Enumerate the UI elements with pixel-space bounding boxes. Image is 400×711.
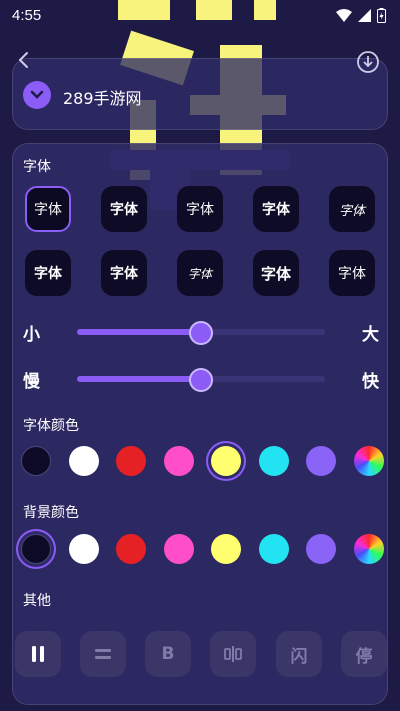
bg-color-swatch-3[interactable] — [116, 534, 146, 564]
font-color-swatch-5[interactable] — [211, 446, 241, 476]
equal-button[interactable] — [80, 631, 126, 677]
speed-max-label: 快 — [362, 372, 379, 392]
font-option-10[interactable]: 字体 — [329, 250, 375, 296]
font-color-swatch-7[interactable] — [306, 446, 336, 476]
font-color-swatch-3[interactable] — [116, 446, 146, 476]
bg-color-swatch-6[interactable] — [258, 534, 289, 564]
status-time: 4:55 — [12, 6, 42, 24]
bg-color-title: 背景颜色 — [23, 505, 79, 521]
bg-color-swatches — [13, 534, 389, 570]
font-option-8[interactable]: 字体 — [177, 250, 223, 296]
status-bar: 4:55 — [0, 0, 400, 30]
speed-slider: 慢 快 — [13, 365, 389, 392]
font-color-swatches — [13, 446, 389, 482]
font-color-title: 字体颜色 — [23, 418, 79, 434]
font-option-1[interactable]: 字体 — [25, 186, 71, 232]
flash-button[interactable]: 闪 — [276, 631, 322, 677]
wifi-icon — [336, 8, 352, 22]
bg-color-swatch-7[interactable] — [306, 534, 336, 564]
font-section-title: 字体 — [23, 159, 51, 175]
font-color-swatch-1[interactable] — [21, 446, 51, 476]
pause-icon — [32, 646, 44, 662]
chevron-down-icon[interactable] — [23, 81, 51, 109]
speed-slider-track[interactable] — [77, 368, 325, 392]
bold-button[interactable]: B — [145, 631, 191, 677]
bg-color-swatch-rainbow[interactable] — [353, 534, 384, 564]
size-slider-fill — [77, 329, 201, 335]
font-option-7[interactable]: 字体 — [101, 250, 147, 296]
stop-button[interactable]: 停 — [341, 631, 387, 677]
mirror-icon — [224, 646, 242, 662]
flash-icon: 闪 — [290, 646, 308, 667]
bold-icon: B — [161, 644, 175, 664]
battery-icon — [377, 7, 386, 23]
size-min-label: 小 — [23, 325, 40, 345]
back-arrow-icon[interactable] — [14, 50, 34, 70]
size-slider-thumb[interactable] — [189, 321, 213, 345]
bg-color-swatch-4[interactable] — [163, 534, 194, 564]
site-card: 289手游网 — [12, 58, 388, 130]
site-name: 289手游网 — [63, 89, 142, 108]
font-color-swatch-6[interactable] — [258, 446, 289, 476]
pause-button[interactable] — [15, 631, 61, 677]
bg-color-swatch-5[interactable] — [211, 534, 241, 564]
mirror-button[interactable] — [210, 631, 256, 677]
settings-panel: 字体 字体 字体 字体 字体 字体 字体 字体 字体 字体 字体 小 大 慢 快… — [12, 143, 388, 705]
bg-color-swatch-2[interactable] — [68, 534, 99, 564]
font-option-2[interactable]: 字体 — [101, 186, 147, 232]
signal-icon — [358, 8, 371, 22]
font-option-3[interactable]: 字体 — [177, 186, 223, 232]
font-option-9[interactable]: 字体 — [253, 250, 299, 296]
font-color-swatch-4[interactable] — [163, 446, 194, 476]
download-icon[interactable] — [356, 50, 380, 74]
speed-slider-fill — [77, 376, 201, 382]
speed-slider-thumb[interactable] — [189, 368, 213, 392]
font-option-4[interactable]: 字体 — [253, 186, 299, 232]
equal-icon — [95, 649, 111, 659]
size-max-label: 大 — [362, 325, 379, 345]
other-title: 其他 — [23, 593, 51, 609]
font-option-6[interactable]: 字体 — [25, 250, 71, 296]
font-option-5[interactable]: 字体 — [329, 186, 375, 232]
size-slider: 小 大 — [13, 318, 389, 345]
font-color-swatch-rainbow[interactable] — [353, 446, 384, 476]
bg-color-swatch-1[interactable] — [21, 534, 51, 564]
stop-icon: 停 — [355, 646, 373, 667]
action-buttons: B 闪 停 — [13, 631, 389, 677]
status-icons — [336, 7, 386, 23]
font-color-swatch-2[interactable] — [68, 446, 99, 476]
speed-min-label: 慢 — [23, 372, 40, 392]
size-slider-track[interactable] — [77, 321, 325, 345]
